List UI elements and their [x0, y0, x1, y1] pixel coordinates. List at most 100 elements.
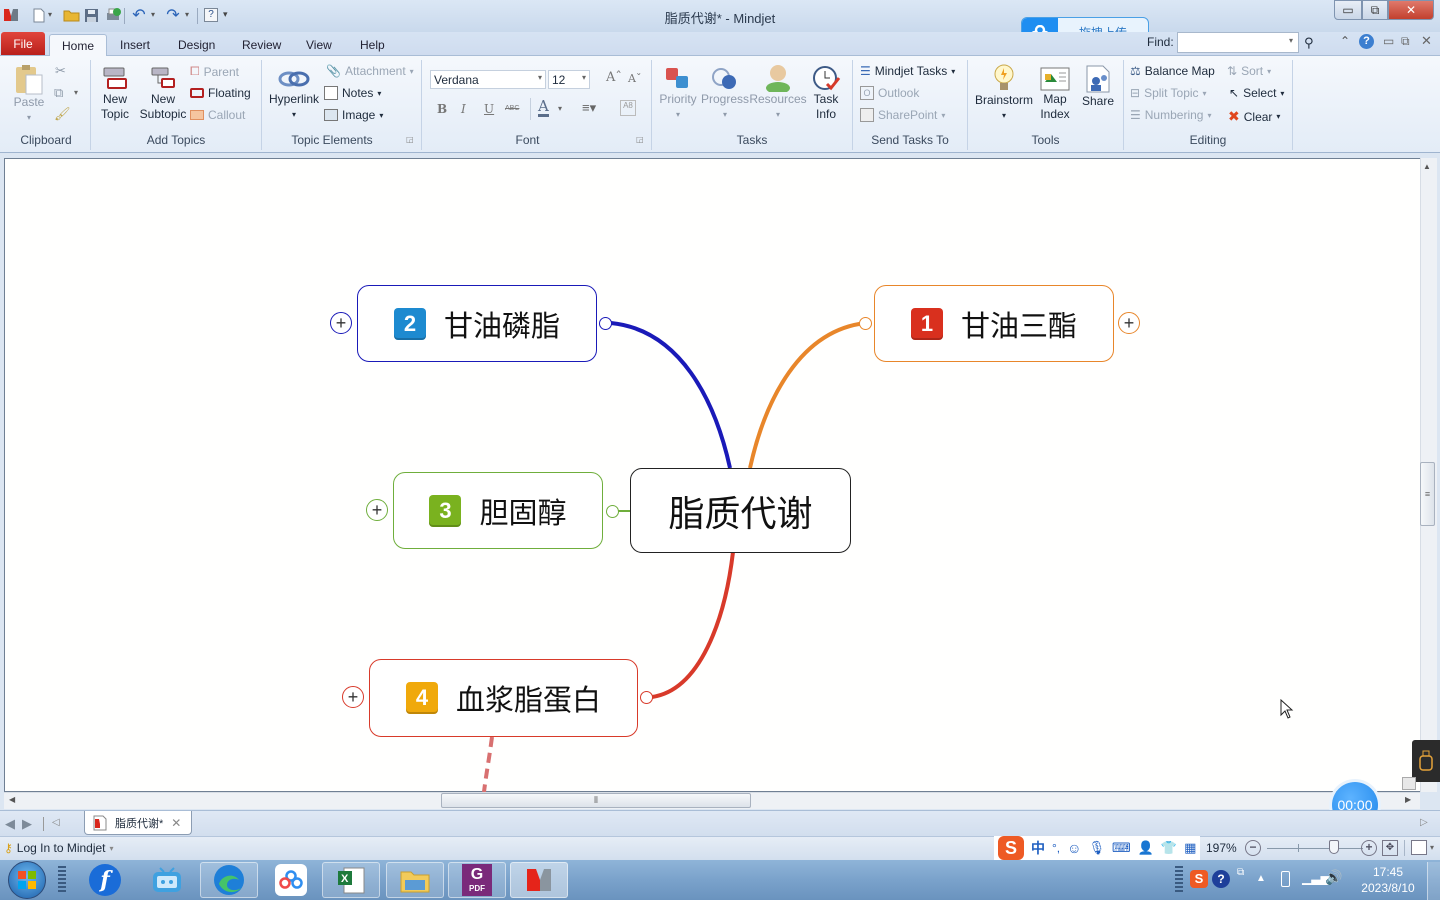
priority-button[interactable]: Priority ▾	[658, 66, 698, 122]
new-subtopic-button[interactable]: New Subtopic	[138, 66, 188, 122]
tab-design[interactable]: Design	[166, 34, 227, 56]
view-panel-icon[interactable]	[1411, 840, 1427, 855]
tray-help-icon[interactable]: ?	[1212, 870, 1230, 888]
resources-button[interactable]: Resources ▾	[749, 63, 807, 122]
topic-1-expand-icon[interactable]: +	[1118, 312, 1140, 334]
volume-icon[interactable]: 🔊	[1325, 869, 1342, 886]
doc-minimize-icon[interactable]: ▭	[1383, 34, 1394, 48]
font-size-select[interactable]: 12 ▾	[548, 70, 590, 89]
floating-button[interactable]: Floating	[190, 86, 251, 100]
zoom-slider-thumb[interactable]	[1328, 840, 1339, 854]
parent-button[interactable]: ⧠ Parent	[190, 64, 239, 79]
ime-skin-icon[interactable]: 👕	[1161, 840, 1177, 856]
tab-scroll-left-icon[interactable]: ◁	[52, 817, 60, 828]
view-panel-dropdown-icon[interactable]: ▾	[1430, 843, 1434, 852]
overview-corner-icon[interactable]	[1402, 777, 1416, 790]
scroll-right-icon[interactable]: ▶	[1405, 795, 1411, 804]
task-info-button[interactable]: Task Info	[808, 64, 844, 122]
topic-3-expand-icon[interactable]: +	[366, 499, 388, 521]
topic-4-expand-icon[interactable]: +	[342, 686, 364, 708]
scroll-left-icon[interactable]: ◀	[9, 795, 15, 804]
doc-close-icon[interactable]: ✕	[1421, 33, 1432, 49]
sogou-ime-icon[interactable]: S	[998, 836, 1024, 860]
shrink-font-icon[interactable]: Aˇ	[628, 72, 641, 85]
tab-scroll-right-icon[interactable]: ▷	[1420, 817, 1428, 828]
mindjet-tasks-button[interactable]: ☰ Mindjet Tasks ▾	[860, 64, 955, 78]
brainstorm-button[interactable]: Brainstorm ▾	[974, 63, 1034, 123]
format-painter-icon[interactable]: 🖌	[54, 106, 71, 122]
show-desktop-button[interactable]	[1427, 862, 1440, 900]
strikethrough-button[interactable]: ABC	[505, 105, 519, 112]
nav-back-icon[interactable]: ◀	[5, 816, 15, 832]
split-topic-button[interactable]: ⊟ Split Topic ▾	[1130, 86, 1207, 100]
sort-button[interactable]: ⇅ Sort ▾	[1227, 64, 1271, 78]
numbering-button[interactable]: ☰ Numbering ▾	[1130, 108, 1211, 122]
tab-insert[interactable]: Insert	[108, 34, 162, 56]
taskbar-foxit-pdf[interactable]: G PDF	[448, 862, 506, 898]
callout-button[interactable]: Callout	[190, 108, 245, 122]
nav-forward-icon[interactable]: ▶	[22, 816, 32, 832]
new-topic-button[interactable]: New Topic	[95, 66, 135, 122]
start-button[interactable]	[8, 861, 46, 899]
doc-restore-icon[interactable]: ⧉	[1401, 34, 1410, 49]
taskbar-flash[interactable]: f	[76, 862, 134, 898]
fit-map-icon[interactable]: ✥	[1382, 840, 1398, 856]
grow-font-icon[interactable]: Aˆ	[606, 70, 622, 85]
minimize-button[interactable]: ▭	[1334, 0, 1362, 20]
login-button[interactable]: ⚷ Log In to Mindjet ▾	[4, 841, 114, 855]
taskbar-baidu-netdisk[interactable]	[262, 862, 320, 898]
doc-tab-active[interactable]: 脂质代谢* ✕	[84, 811, 192, 835]
italic-button[interactable]: I	[461, 102, 466, 116]
find-input[interactable]	[1177, 32, 1299, 53]
notes-button[interactable]: Notes ▾	[324, 86, 381, 100]
dialog-launcher-icon[interactable]: ◲	[406, 135, 414, 144]
tray-sogou-icon[interactable]: S	[1190, 870, 1208, 888]
vertical-scroll-thumb[interactable]: ≡	[1420, 462, 1435, 526]
copy-dropdown-icon[interactable]: ▾	[74, 88, 78, 97]
clear-format-icon[interactable]: A8	[620, 100, 636, 116]
main-topic-1[interactable]: 1 甘油三酯	[874, 285, 1114, 362]
main-topic-3[interactable]: 3 胆固醇	[393, 472, 603, 549]
tab-home[interactable]: Home	[49, 34, 108, 56]
balance-map-button[interactable]: ⚖ Balance Map	[1130, 64, 1215, 78]
ime-keyboard-icon[interactable]: ⌨	[1112, 840, 1131, 856]
help-circle-icon[interactable]: ?	[1359, 34, 1374, 49]
main-topic-2[interactable]: 2 甘油磷脂	[357, 285, 597, 362]
taskbar-bilibili[interactable]	[138, 862, 196, 898]
hyperlink-button[interactable]: Hyperlink ▾	[266, 66, 322, 122]
progress-button[interactable]: Progress ▾	[701, 66, 749, 122]
ime-user-icon[interactable]: 👤	[1138, 840, 1154, 856]
zoom-slider-track[interactable]	[1267, 848, 1363, 849]
paste-button[interactable]: Paste ▾	[12, 63, 46, 125]
maximize-button[interactable]: ⧉	[1362, 0, 1388, 20]
tab-file[interactable]: File	[1, 32, 45, 55]
map-index-button[interactable]: Map Index	[1036, 66, 1074, 122]
usb-device-icon[interactable]	[1412, 740, 1440, 782]
tab-review[interactable]: Review	[230, 34, 293, 56]
taskbar-clock[interactable]: 17:45 2023/8/10	[1352, 864, 1424, 896]
zoom-out-button[interactable]: −	[1245, 840, 1261, 856]
close-button[interactable]: ✕	[1388, 0, 1434, 20]
attachment-button[interactable]: 📎 Attachment ▾	[326, 64, 414, 78]
dialog-launcher-icon[interactable]: ◲	[636, 135, 644, 144]
outlook-button[interactable]: O Outlook	[860, 86, 919, 100]
font-color-icon[interactable]: A	[538, 99, 549, 117]
ime-chinese-mode[interactable]: 中	[1031, 838, 1045, 858]
underline-button[interactable]: U	[484, 102, 494, 116]
tray-network-restore-icon[interactable]: ⧉	[1237, 867, 1244, 878]
align-icon[interactable]: ≡▾	[582, 100, 596, 116]
bold-button[interactable]: B	[437, 102, 447, 116]
taskbar-mindjet[interactable]	[510, 862, 568, 898]
horizontal-scroll-thumb[interactable]: ⦀	[441, 793, 751, 808]
font-color-dropdown-icon[interactable]: ▾	[558, 104, 562, 113]
tab-help[interactable]: Help	[348, 34, 397, 56]
cut-icon[interactable]: ✂	[55, 63, 66, 79]
select-button[interactable]: ↖ Select ▾	[1229, 86, 1284, 100]
tray-show-hidden-icon[interactable]: ▲	[1256, 873, 1266, 884]
taskbar-edge[interactable]	[200, 862, 258, 898]
battery-icon[interactable]	[1281, 871, 1290, 887]
share-button[interactable]: Share	[1080, 64, 1116, 109]
zoom-in-button[interactable]: +	[1361, 840, 1377, 856]
taskbar-excel[interactable]: X	[322, 862, 380, 898]
collapse-ribbon-icon[interactable]: ⌃	[1340, 34, 1350, 48]
